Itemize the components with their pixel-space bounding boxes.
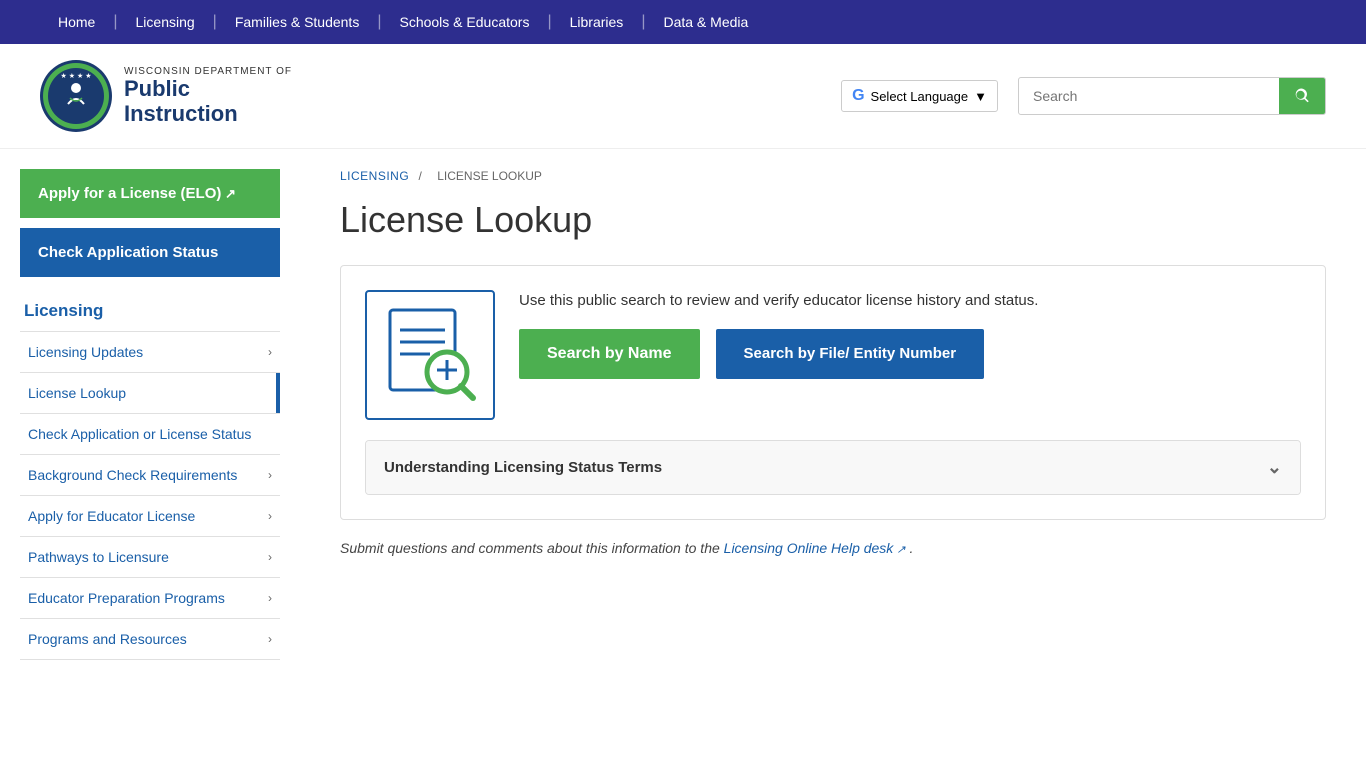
check-application-status-button[interactable]: Check Application Status xyxy=(20,228,280,277)
sidebar-item-apply-educator[interactable]: Apply for Educator License › xyxy=(20,496,280,536)
accordion-label: Understanding Licensing Status Terms xyxy=(384,459,662,476)
lookup-description: Use this public search to review and ver… xyxy=(519,290,1038,313)
apply-license-elo-button[interactable]: Apply for a License (ELO) xyxy=(20,169,280,218)
sidebar-licensing-updates[interactable]: Licensing Updates › xyxy=(20,331,280,372)
chevron-icon: › xyxy=(268,591,272,605)
sidebar-item-pathways[interactable]: Pathways to Licensure › xyxy=(20,537,280,577)
nav-families[interactable]: Families & Students xyxy=(217,0,378,44)
nav-licensing[interactable]: Licensing xyxy=(118,0,213,44)
chevron-icon: › xyxy=(268,550,272,564)
dept-large: Public Instruction xyxy=(124,77,292,125)
lookup-document-icon xyxy=(375,300,485,410)
nav-sep-1: | xyxy=(113,13,117,31)
sidebar-item-license-lookup[interactable]: License Lookup xyxy=(20,373,280,413)
sidebar-item-check-app-status[interactable]: Check Application or License Status xyxy=(20,414,280,454)
sidebar-item-licensing-updates[interactable]: Licensing Updates › xyxy=(20,332,280,372)
chevron-icon: › xyxy=(268,345,272,359)
search-by-file-button[interactable]: Search by File/ Entity Number xyxy=(716,329,985,379)
logo-text: WISCONSIN DEPARTMENT OF Public Instructi… xyxy=(124,66,292,125)
page-title: License Lookup xyxy=(340,199,1326,241)
site-header: ★ ★ ★ ★ WISCONSIN DEPARTMENT OF Public I… xyxy=(0,44,1366,149)
help-desk-link[interactable]: Licensing Online Help desk xyxy=(724,540,906,556)
sidebar-item-background-check[interactable]: Background Check Requirements › xyxy=(20,455,280,495)
sidebar-item-educator-prep[interactable]: Educator Preparation Programs › xyxy=(20,578,280,618)
translate-dropdown-icon: ▼ xyxy=(974,89,987,104)
nav-home[interactable]: Home xyxy=(40,0,113,44)
submit-note-pre: Submit questions and comments about this… xyxy=(340,540,724,556)
nav-data[interactable]: Data & Media xyxy=(645,0,766,44)
breadcrumb-separator: / xyxy=(419,169,422,183)
nav-sep-4: | xyxy=(547,13,551,31)
chevron-icon: › xyxy=(268,509,272,523)
search-input[interactable] xyxy=(1019,80,1279,112)
lookup-icon xyxy=(365,290,495,420)
chevron-icon: › xyxy=(268,632,272,646)
accordion-licensing-terms: Understanding Licensing Status Terms ⌄ xyxy=(365,440,1301,495)
sidebar-programs-resources[interactable]: Programs and Resources › xyxy=(20,618,280,660)
sidebar-check-app-status[interactable]: Check Application or License Status xyxy=(20,413,280,454)
top-navigation: Home | Licensing | Families & Students |… xyxy=(0,0,1366,44)
sidebar-section-title: Licensing xyxy=(20,287,300,331)
sidebar-item-programs-resources[interactable]: Programs and Resources › xyxy=(20,619,280,659)
breadcrumb-current: LICENSE LOOKUP xyxy=(437,169,542,183)
header-right: G Select Language ▼ xyxy=(841,77,1326,115)
submit-note-post: . xyxy=(909,540,913,556)
nav-sep-3: | xyxy=(377,13,381,31)
lookup-top: Use this public search to review and ver… xyxy=(365,290,1301,420)
sidebar-license-lookup[interactable]: License Lookup xyxy=(20,372,280,413)
search-icon xyxy=(1293,87,1311,105)
translate-label: Select Language xyxy=(871,89,969,104)
logo-circle: ★ ★ ★ ★ xyxy=(40,60,112,132)
lookup-right: Use this public search to review and ver… xyxy=(519,290,1038,379)
svg-text:★ ★ ★ ★: ★ ★ ★ ★ xyxy=(61,72,92,80)
main-content: LICENSING / LICENSE LOOKUP License Looku… xyxy=(300,149,1366,660)
submit-note: Submit questions and comments about this… xyxy=(340,540,1326,556)
content-area: Apply for a License (ELO) Check Applicat… xyxy=(0,149,1366,660)
nav-sep-5: | xyxy=(641,13,645,31)
lookup-card: Use this public search to review and ver… xyxy=(340,265,1326,520)
sidebar-educator-prep[interactable]: Educator Preparation Programs › xyxy=(20,577,280,618)
sidebar-apply-educator[interactable]: Apply for Educator License › xyxy=(20,495,280,536)
google-g-icon: G xyxy=(852,87,864,105)
search-by-name-button[interactable]: Search by Name xyxy=(519,329,700,379)
search-bar xyxy=(1018,77,1326,115)
nav-sep-2: | xyxy=(213,13,217,31)
sidebar-background-check[interactable]: Background Check Requirements › xyxy=(20,454,280,495)
nav-schools[interactable]: Schools & Educators xyxy=(381,0,547,44)
lookup-buttons: Search by Name Search by File/ Entity Nu… xyxy=(519,329,1038,379)
sidebar: Apply for a License (ELO) Check Applicat… xyxy=(0,149,300,660)
sidebar-menu: Licensing Updates › License Lookup Check… xyxy=(20,331,280,660)
accordion-header[interactable]: Understanding Licensing Status Terms ⌄ xyxy=(366,441,1300,494)
sidebar-pathways[interactable]: Pathways to Licensure › xyxy=(20,536,280,577)
translate-button[interactable]: G Select Language ▼ xyxy=(841,80,998,112)
logo-area: ★ ★ ★ ★ WISCONSIN DEPARTMENT OF Public I… xyxy=(40,60,292,132)
chevron-icon: › xyxy=(268,468,272,482)
nav-libraries[interactable]: Libraries xyxy=(552,0,642,44)
search-button[interactable] xyxy=(1279,78,1325,114)
breadcrumb-parent[interactable]: LICENSING xyxy=(340,169,409,183)
breadcrumb: LICENSING / LICENSE LOOKUP xyxy=(340,169,1326,183)
logo-svg: ★ ★ ★ ★ xyxy=(42,62,110,130)
accordion-chevron-icon: ⌄ xyxy=(1267,457,1282,478)
